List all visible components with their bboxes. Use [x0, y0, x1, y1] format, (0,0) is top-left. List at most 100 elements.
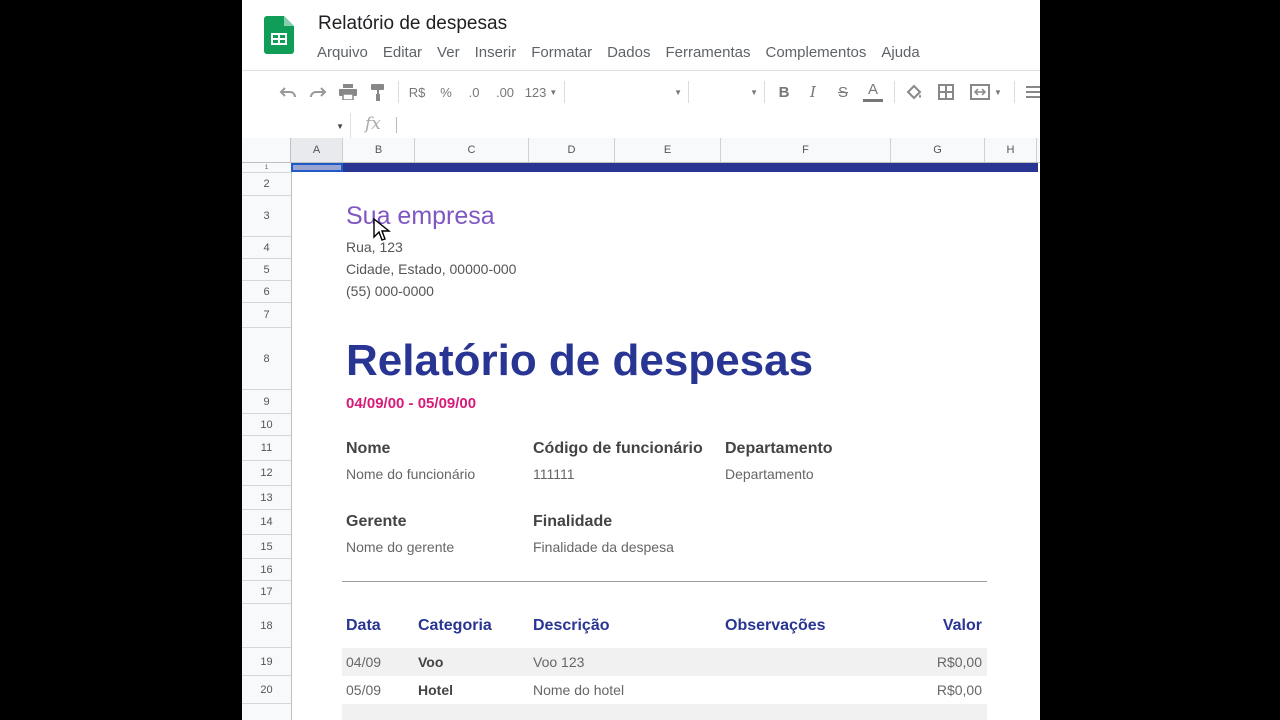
- column-header-h[interactable]: H: [985, 138, 1037, 162]
- manager-label[interactable]: Gerente: [346, 513, 406, 531]
- paint-format-icon[interactable]: [368, 82, 388, 102]
- decrease-decimal-button[interactable]: .0: [464, 82, 484, 102]
- row-date[interactable]: 05/09: [346, 682, 381, 698]
- menu-inserir[interactable]: Inserir: [475, 44, 517, 62]
- row-category[interactable]: Voo: [418, 654, 443, 670]
- department-value[interactable]: Departamento: [725, 466, 814, 482]
- row-header-1[interactable]: 1: [242, 163, 291, 173]
- purpose-label[interactable]: Finalidade: [533, 513, 612, 531]
- row-description[interactable]: Nome do hotel: [533, 682, 624, 698]
- toolbar-divider: [764, 81, 765, 103]
- menu-complementos[interactable]: Complementos: [765, 44, 866, 62]
- chevron-down-icon: ▼: [549, 87, 558, 97]
- address-line-2[interactable]: Cidade, Estado, 00000-000: [346, 261, 516, 277]
- column-header-g[interactable]: G: [891, 138, 985, 162]
- column-header-a[interactable]: A: [291, 138, 343, 162]
- menu-ver[interactable]: Ver: [437, 44, 460, 62]
- menu-arquivo[interactable]: Arquivo: [317, 44, 368, 62]
- column-header-e[interactable]: E: [615, 138, 721, 162]
- merge-cells-icon: [970, 84, 991, 100]
- row-header-9[interactable]: 9: [242, 390, 291, 414]
- row-header-2[interactable]: 2: [242, 173, 291, 196]
- strikethrough-button[interactable]: S: [833, 82, 853, 102]
- company-name[interactable]: Sua empresa: [346, 202, 495, 231]
- bold-button[interactable]: B: [774, 82, 794, 102]
- chevron-down-icon: ▼: [750, 87, 758, 97]
- increase-decimal-button[interactable]: .00: [492, 82, 518, 102]
- row-date[interactable]: 04/09: [346, 654, 381, 670]
- row-header-11[interactable]: 11: [242, 436, 291, 461]
- column-header-c[interactable]: C: [415, 138, 529, 162]
- italic-button[interactable]: I: [803, 82, 823, 102]
- number-format-dropdown[interactable]: 123 ▼: [524, 82, 558, 102]
- merge-cells-dropdown[interactable]: ▼: [966, 82, 1006, 102]
- department-label[interactable]: Departamento: [725, 440, 833, 458]
- row-header-17[interactable]: 17: [242, 581, 291, 604]
- formula-input[interactable]: [396, 117, 397, 133]
- percent-format-button[interactable]: %: [436, 82, 456, 102]
- row-header-4[interactable]: 4: [242, 237, 291, 259]
- row-value[interactable]: R$0,00: [892, 682, 982, 698]
- column-headers: A B C D E F G H: [242, 138, 1040, 163]
- menu-editar[interactable]: Editar: [383, 44, 422, 62]
- row-header-12[interactable]: 12: [242, 461, 291, 486]
- redo-icon[interactable]: [308, 82, 328, 102]
- row-header-6[interactable]: 6: [242, 281, 291, 303]
- font-family-dropdown[interactable]: ▼: [572, 82, 682, 102]
- menu-ajuda[interactable]: Ajuda: [881, 44, 919, 62]
- employee-code-value[interactable]: 111111: [533, 466, 575, 482]
- chevron-down-icon: ▼: [994, 87, 1002, 97]
- row-header-18[interactable]: 18: [242, 604, 291, 648]
- column-header-b[interactable]: B: [343, 138, 415, 162]
- menu-formatar[interactable]: Formatar: [531, 44, 592, 62]
- font-size-dropdown[interactable]: ▼: [694, 82, 758, 102]
- employee-code-label[interactable]: Código de funcionário: [533, 440, 703, 458]
- row-header-16[interactable]: 16: [242, 559, 291, 581]
- name-label[interactable]: Nome: [346, 440, 390, 458]
- menu-dados[interactable]: Dados: [607, 44, 650, 62]
- print-icon[interactable]: [338, 82, 358, 102]
- borders-icon[interactable]: [936, 82, 956, 102]
- row-description[interactable]: Voo 123: [533, 654, 584, 670]
- table-header-category[interactable]: Categoria: [418, 617, 492, 635]
- row-header-5[interactable]: 5: [242, 259, 291, 281]
- purpose-value[interactable]: Finalidade da despesa: [533, 539, 674, 555]
- table-header-notes[interactable]: Observações: [725, 617, 826, 635]
- toolbar-divider: [398, 81, 399, 103]
- column-header-f[interactable]: F: [721, 138, 891, 162]
- currency-format-button[interactable]: R$: [406, 82, 428, 102]
- name-box[interactable]: ▼: [242, 113, 351, 138]
- toolbar-divider: [688, 81, 689, 103]
- text-color-button[interactable]: A: [862, 82, 884, 102]
- phone-number[interactable]: (55) 000-0000: [346, 283, 434, 299]
- table-header-date[interactable]: Data: [346, 617, 381, 635]
- fill-color-icon[interactable]: [904, 82, 924, 102]
- mouse-pointer-icon: [373, 218, 391, 241]
- row-header-7[interactable]: 7: [242, 303, 291, 328]
- row-value[interactable]: R$0,00: [892, 654, 982, 670]
- select-all-corner[interactable]: [242, 138, 291, 162]
- sheets-logo-icon[interactable]: [264, 16, 294, 54]
- report-title[interactable]: Relatório de despesas: [346, 336, 813, 386]
- menu-ferramentas[interactable]: Ferramentas: [665, 44, 750, 62]
- table-header-description[interactable]: Descrição: [533, 617, 610, 635]
- table-header-value[interactable]: Valor: [892, 617, 982, 635]
- manager-value[interactable]: Nome do gerente: [346, 539, 454, 555]
- row-header-15[interactable]: 15: [242, 535, 291, 559]
- align-icon[interactable]: [1024, 82, 1040, 102]
- document-title[interactable]: Relatório de despesas: [318, 13, 507, 35]
- row-category[interactable]: Hotel: [418, 682, 453, 698]
- fx-icon: fx: [365, 114, 381, 134]
- row-header-8[interactable]: 8: [242, 328, 291, 390]
- undo-icon[interactable]: [278, 82, 298, 102]
- row-header-14[interactable]: 14: [242, 510, 291, 535]
- row-header-20[interactable]: 20: [242, 676, 291, 704]
- row-header-10[interactable]: 10: [242, 414, 291, 436]
- row-header-13[interactable]: 13: [242, 486, 291, 510]
- name-value[interactable]: Nome do funcionário: [346, 466, 475, 482]
- row-header-3[interactable]: 3: [242, 196, 291, 237]
- column-header-d[interactable]: D: [529, 138, 615, 162]
- row-header-19[interactable]: 19: [242, 648, 291, 676]
- selected-cell[interactable]: [291, 163, 343, 172]
- date-range[interactable]: 04/09/00 - 05/09/00: [346, 395, 476, 412]
